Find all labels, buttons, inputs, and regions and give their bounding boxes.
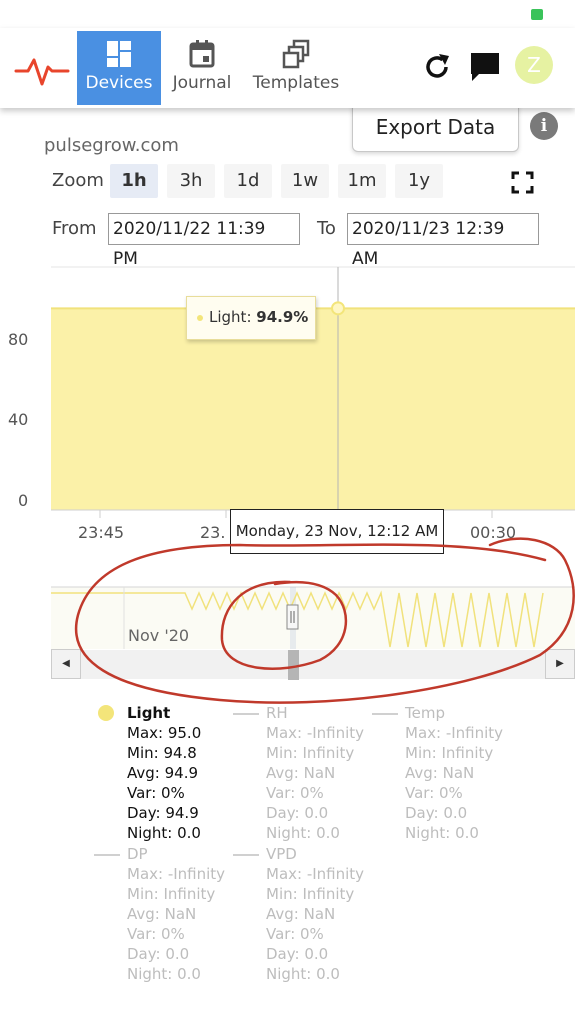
device-domain: pulsegrow.com (44, 135, 179, 156)
calendar-icon (189, 40, 215, 68)
legend-min: Min: Infinity (266, 885, 355, 903)
status-bar (0, 0, 575, 28)
tooltip-series-dot (197, 314, 203, 321)
hover-tooltip: Light: 94.9% (186, 296, 316, 340)
from-date-input[interactable]: 2020/11/22 11:39 PM (108, 213, 300, 269)
navigator-date-label: Nov '20 (128, 626, 190, 645)
nav-journal-label: Journal (172, 73, 232, 93)
legend-var: Var: 0% (405, 784, 463, 802)
legend-var: Var: 0% (266, 925, 324, 943)
legend-max: Max: -Infinity (266, 865, 365, 883)
nav-devices[interactable]: Devices (77, 31, 161, 105)
templates-icon (282, 39, 310, 69)
x-tick-label: 23:45 (78, 523, 125, 542)
battery-icon (531, 9, 543, 20)
legend-max: Max: -Infinity (127, 865, 226, 883)
y-tick-label: 0 (18, 491, 29, 510)
x-tick-label: 00:30 (470, 523, 517, 542)
legend-min: Min: Infinity (405, 744, 494, 762)
navigator-scrollbar-track[interactable] (81, 650, 545, 679)
hover-point (331, 301, 345, 316)
info-icon[interactable]: i (530, 112, 558, 140)
legend-day: Day: 94.9 (127, 804, 199, 822)
legend-night: Night: 0.0 (405, 824, 479, 842)
legend-temp-line (372, 713, 398, 715)
legend-day: Day: 0.0 (266, 804, 329, 822)
from-label: From (52, 218, 97, 239)
legend-name: DP (127, 845, 148, 863)
legend-night: Night: 0.0 (127, 824, 201, 842)
crosshair-date-label: Monday, 23 Nov, 12:12 AM (230, 509, 444, 554)
to-label: To (317, 218, 336, 239)
y-tick-label: 80 (8, 330, 29, 349)
legend-name: Temp (405, 704, 445, 722)
legend-avg: Avg: NaN (266, 764, 336, 782)
legend-avg: Avg: NaN (127, 905, 197, 923)
legend-max: Max: 95.0 (127, 724, 202, 742)
nav-journal[interactable]: Journal (166, 31, 238, 105)
legend-avg: Avg: NaN (405, 764, 475, 782)
legend-max: Max: -Infinity (266, 724, 365, 742)
legend-item-rh[interactable]: RH Max: -Infinity Min: Infinity Avg: NaN… (266, 703, 364, 843)
legend-min: Min: Infinity (127, 885, 216, 903)
chat-icon[interactable] (468, 50, 502, 84)
tooltip-series-name: Light (209, 308, 247, 326)
legend-name: Light (127, 704, 171, 722)
legend-name: VPD (266, 845, 297, 863)
refresh-icon[interactable] (420, 50, 454, 84)
nav-devices-label: Devices (85, 73, 153, 93)
legend-rh-line (233, 713, 259, 715)
legend-day: Day: 0.0 (127, 945, 190, 963)
legend-vpd-line (233, 854, 259, 856)
legend-var: Var: 0% (127, 784, 185, 802)
dashboard-icon (107, 41, 131, 67)
zoom-1y-button[interactable]: 1y (395, 164, 443, 198)
zoom-1w-button[interactable]: 1w (281, 164, 329, 198)
legend-light-dot (98, 705, 114, 721)
top-navigation: Devices Journal Templates Z (0, 28, 575, 108)
nav-templates[interactable]: Templates (248, 31, 344, 105)
legend-min: Min: 94.8 (127, 744, 197, 762)
nav-templates-label: Templates (252, 73, 340, 93)
navigator-handle[interactable] (286, 604, 299, 630)
legend-item-temp[interactable]: Temp Max: -Infinity Min: Infinity Avg: N… (405, 703, 503, 843)
legend-dp-line (94, 854, 120, 856)
zoom-1d-button[interactable]: 1d (224, 164, 272, 198)
zoom-label: Zoom (52, 170, 104, 191)
zoom-1h-button[interactable]: 1h (110, 164, 158, 198)
legend-day: Day: 0.0 (266, 945, 329, 963)
scroll-left-button[interactable]: ◀ (51, 649, 81, 679)
scroll-right-button[interactable]: ▶ (545, 649, 575, 679)
legend-item-vpd[interactable]: VPD Max: -Infinity Min: Infinity Avg: Na… (266, 844, 364, 984)
legend-max: Max: -Infinity (405, 724, 504, 742)
legend-avg: Avg: NaN (266, 905, 336, 923)
legend-var: Var: 0% (127, 925, 185, 943)
legend-item-dp[interactable]: DP Max: -Infinity Min: Infinity Avg: NaN… (127, 844, 225, 984)
navigator-scrollbar-thumb[interactable] (288, 650, 299, 680)
legend-night: Night: 0.0 (127, 965, 201, 983)
legend-min: Min: Infinity (266, 744, 355, 762)
legend-night: Night: 0.0 (266, 965, 340, 983)
legend-item-light[interactable]: Light Max: 95.0 Min: 94.8 Avg: 94.9 Var:… (127, 703, 201, 843)
zoom-1m-button[interactable]: 1m (338, 164, 386, 198)
pulse-logo-icon[interactable] (14, 54, 70, 88)
legend-night: Night: 0.0 (266, 824, 340, 842)
legend-var: Var: 0% (266, 784, 324, 802)
y-tick-label: 40 (8, 410, 29, 429)
legend-day: Day: 0.0 (405, 804, 468, 822)
fullscreen-icon[interactable] (511, 171, 534, 194)
x-tick-label: 23. (200, 523, 226, 542)
zoom-3h-button[interactable]: 3h (167, 164, 215, 198)
to-date-input[interactable]: 2020/11/23 12:39 AM (347, 213, 539, 269)
legend-name: RH (266, 704, 288, 722)
tooltip-value: 94.9% (256, 308, 309, 326)
user-avatar[interactable]: Z (515, 46, 553, 84)
legend-avg: Avg: 94.9 (127, 764, 199, 782)
